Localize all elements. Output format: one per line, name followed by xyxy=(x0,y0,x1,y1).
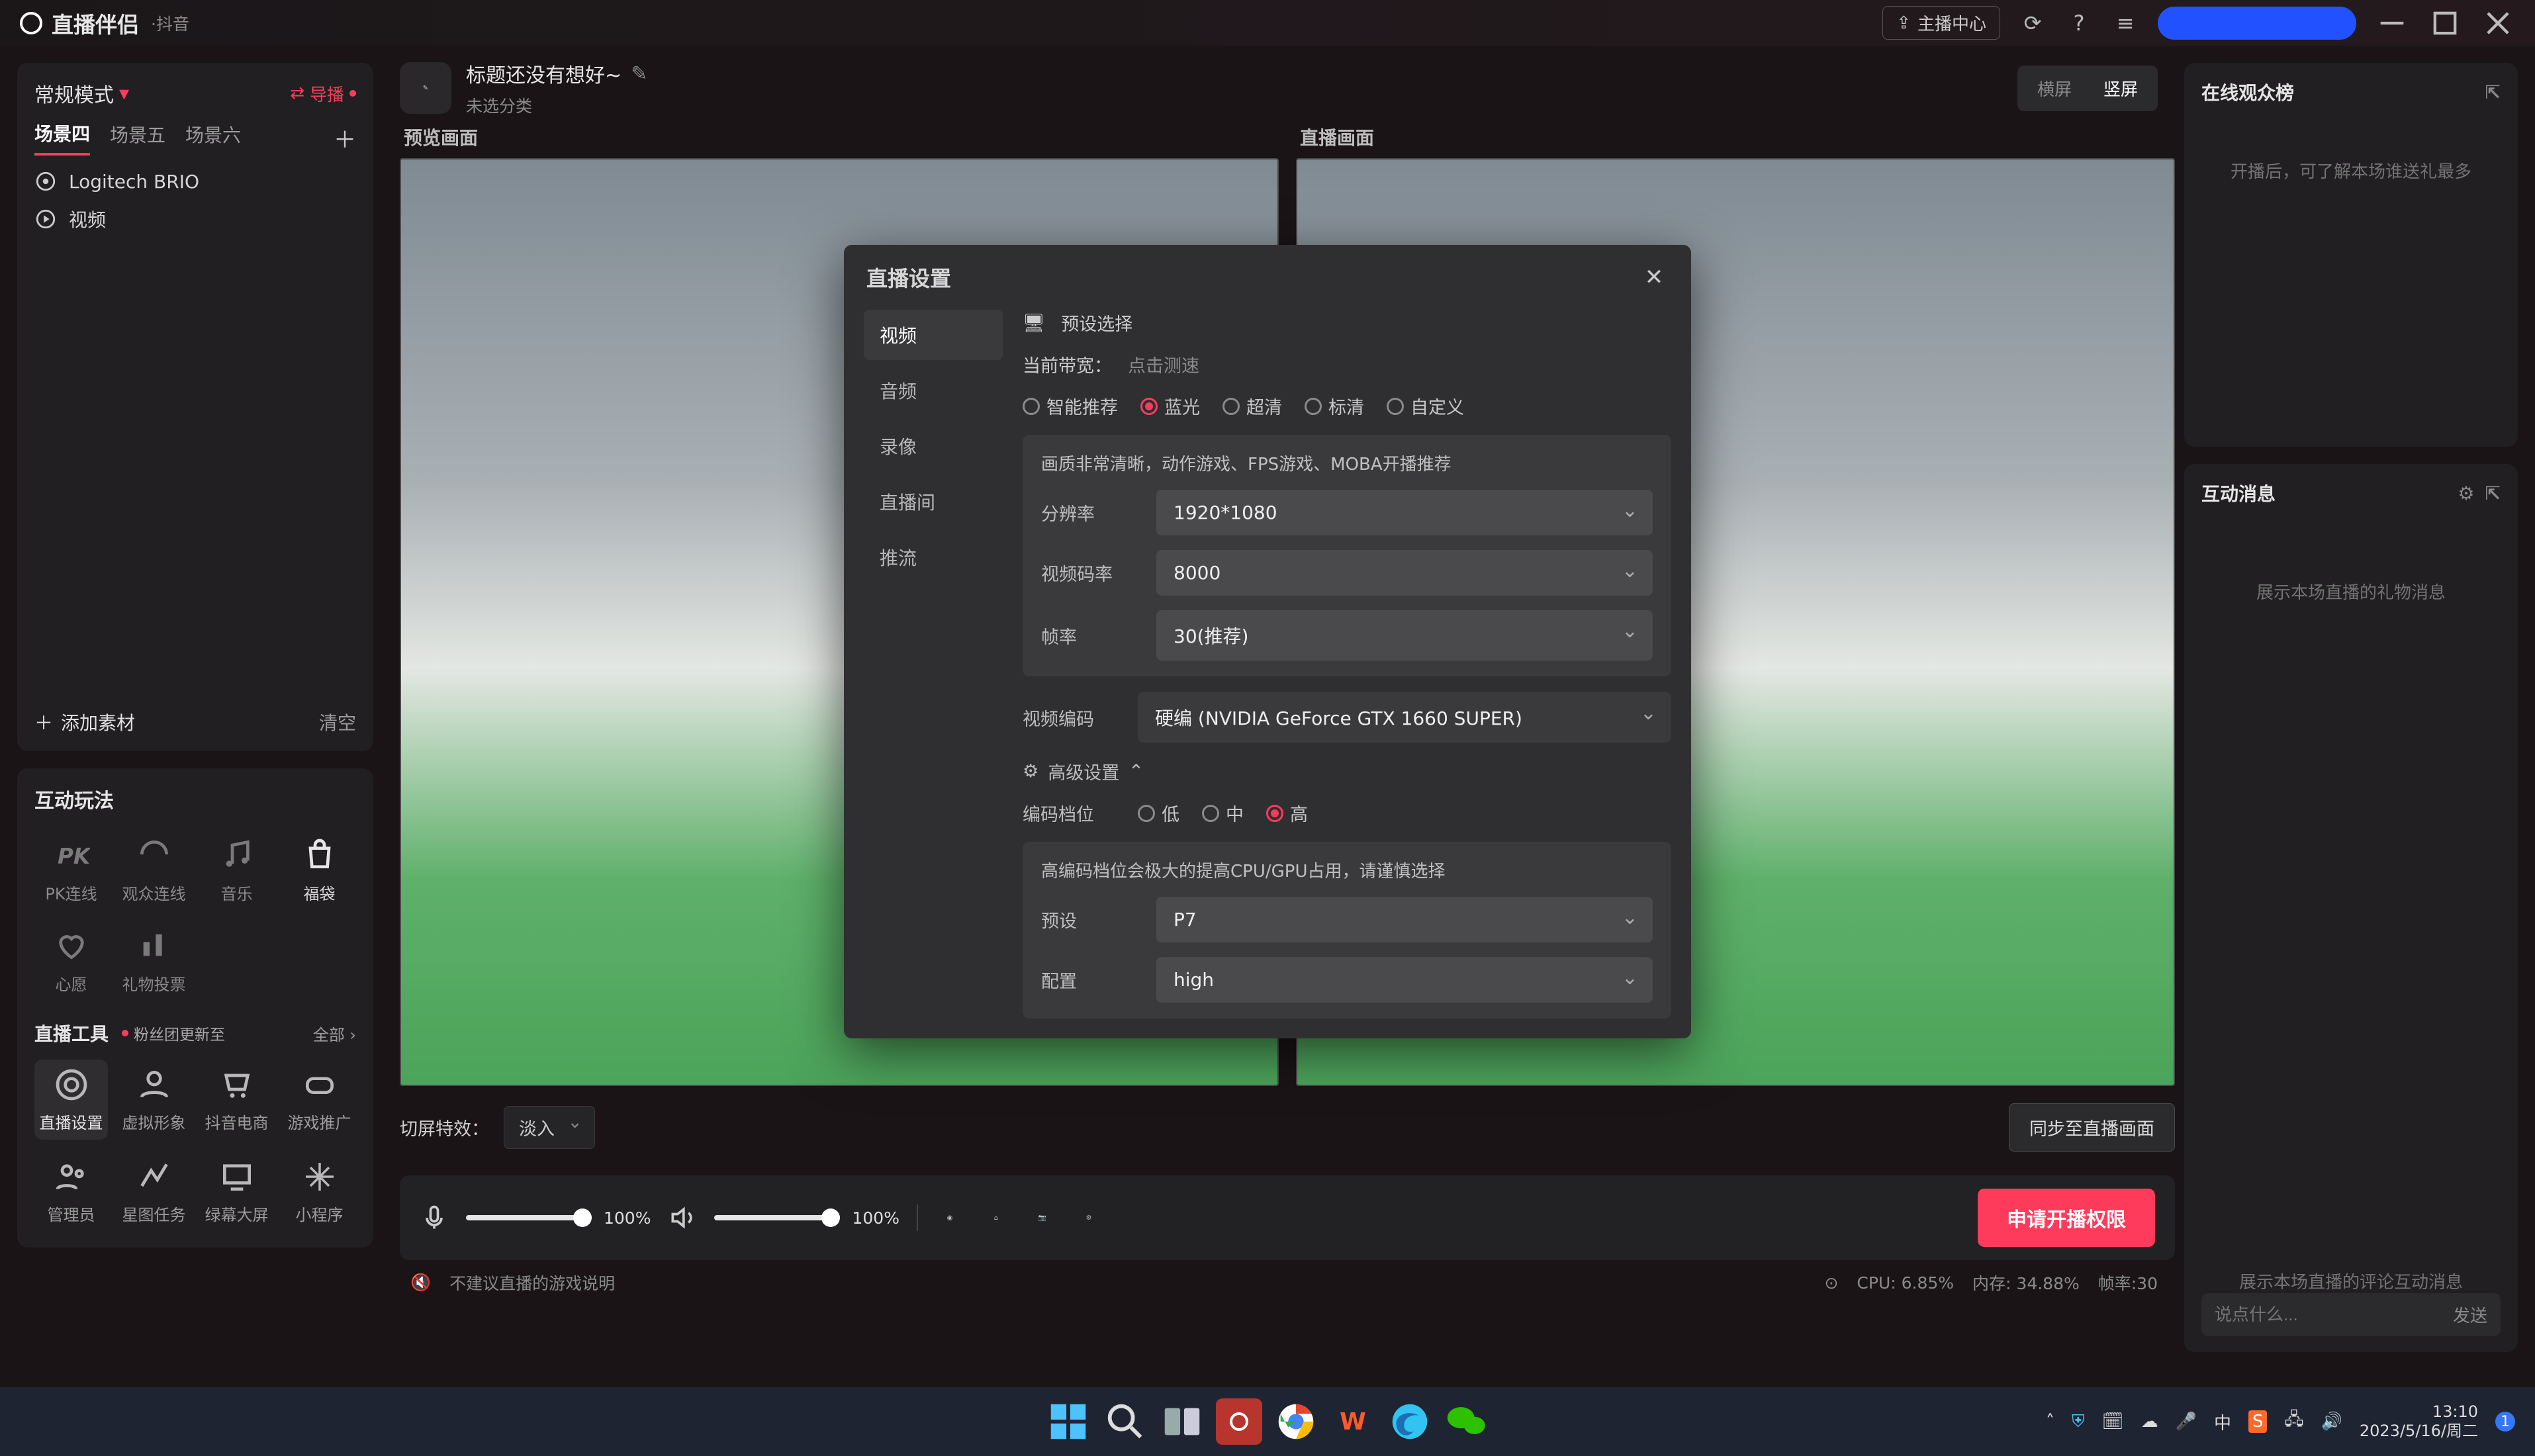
monitor-icon: 🖥 xyxy=(1023,312,1045,334)
enc-level-high[interactable]: 高 xyxy=(1266,800,1308,826)
modal-nav-push[interactable]: 推流 xyxy=(864,532,1003,582)
modal-nav-room[interactable]: 直播间 xyxy=(864,477,1003,527)
chevron-up-icon: ⌃ xyxy=(1129,761,1144,782)
quality-hint: 画质非常清晰，动作游戏、FPS游戏、MOBA开播推荐 xyxy=(1041,451,1653,475)
preset-label: 预设 xyxy=(1041,907,1140,933)
profile-select[interactable]: high xyxy=(1156,957,1653,1003)
modal-nav-record[interactable]: 录像 xyxy=(864,421,1003,471)
advanced-toggle[interactable]: ⚙高级设置⌃ xyxy=(1023,758,1671,784)
enc-level-low[interactable]: 低 xyxy=(1138,800,1179,826)
live-settings-modal: 直播设置 ✕ 视频 音频 录像 直播间 推流 🖥 预设选择 当前带宽： 点击测速 … xyxy=(844,245,1691,1038)
bandwidth-test-link[interactable]: 点击测速 xyxy=(1128,351,1199,377)
fps-label: 帧率 xyxy=(1041,623,1140,649)
modal-backdrop: 直播设置 ✕ 视频 音频 录像 直播间 推流 🖥 预设选择 当前带宽： 点击测速 … xyxy=(0,0,2535,1456)
modal-title: 直播设置 xyxy=(866,262,951,293)
resolution-label: 分辨率 xyxy=(1041,500,1140,525)
enc-card: 高编码档位会极大的提高CPU/GPU占用，请谨慎选择 预设 P7 配置 high xyxy=(1023,842,1671,1019)
preset-select[interactable]: P7 xyxy=(1156,897,1653,942)
quality-sd[interactable]: 标清 xyxy=(1305,393,1364,419)
modal-nav-video[interactable]: 视频 xyxy=(864,310,1003,360)
bandwidth-label: 当前带宽： xyxy=(1023,351,1112,377)
enc-level-mid[interactable]: 中 xyxy=(1202,800,1244,826)
bitrate-label: 视频码率 xyxy=(1041,560,1140,586)
modal-nav-audio[interactable]: 音频 xyxy=(864,365,1003,416)
resolution-select[interactable]: 1920*1080 xyxy=(1156,490,1653,535)
encoder-select[interactable]: 硬编 (NVIDIA GeForce GTX 1660 SUPER) xyxy=(1138,692,1671,743)
quality-smart[interactable]: 智能推荐 xyxy=(1023,393,1118,419)
enc-hint: 高编码档位会极大的提高CPU/GPU占用，请谨慎选择 xyxy=(1041,858,1653,882)
fps-select[interactable]: 30(推荐) xyxy=(1156,610,1653,660)
quality-card: 画质非常清晰，动作游戏、FPS游戏、MOBA开播推荐 分辨率1920*1080 … xyxy=(1023,435,1671,676)
bitrate-select[interactable]: 8000 xyxy=(1156,550,1653,596)
preset-section-label: 预设选择 xyxy=(1061,310,1132,336)
modal-content: 🖥 预设选择 当前带宽： 点击测速 智能推荐 蓝光 超清 标清 自定义 画质非常清… xyxy=(1023,310,1671,1019)
quality-hd[interactable]: 超清 xyxy=(1222,393,1282,419)
quality-custom[interactable]: 自定义 xyxy=(1387,393,1464,419)
encoder-label: 视频编码 xyxy=(1023,705,1122,731)
profile-label: 配置 xyxy=(1041,967,1140,993)
enc-level-label: 编码档位 xyxy=(1023,800,1122,826)
modal-nav: 视频 音频 录像 直播间 推流 xyxy=(864,310,1003,1019)
modal-close-button[interactable]: ✕ xyxy=(1639,263,1669,292)
quality-radio-group: 智能推荐 蓝光 超清 标清 自定义 xyxy=(1023,393,1671,419)
quality-bluray[interactable]: 蓝光 xyxy=(1140,393,1200,419)
